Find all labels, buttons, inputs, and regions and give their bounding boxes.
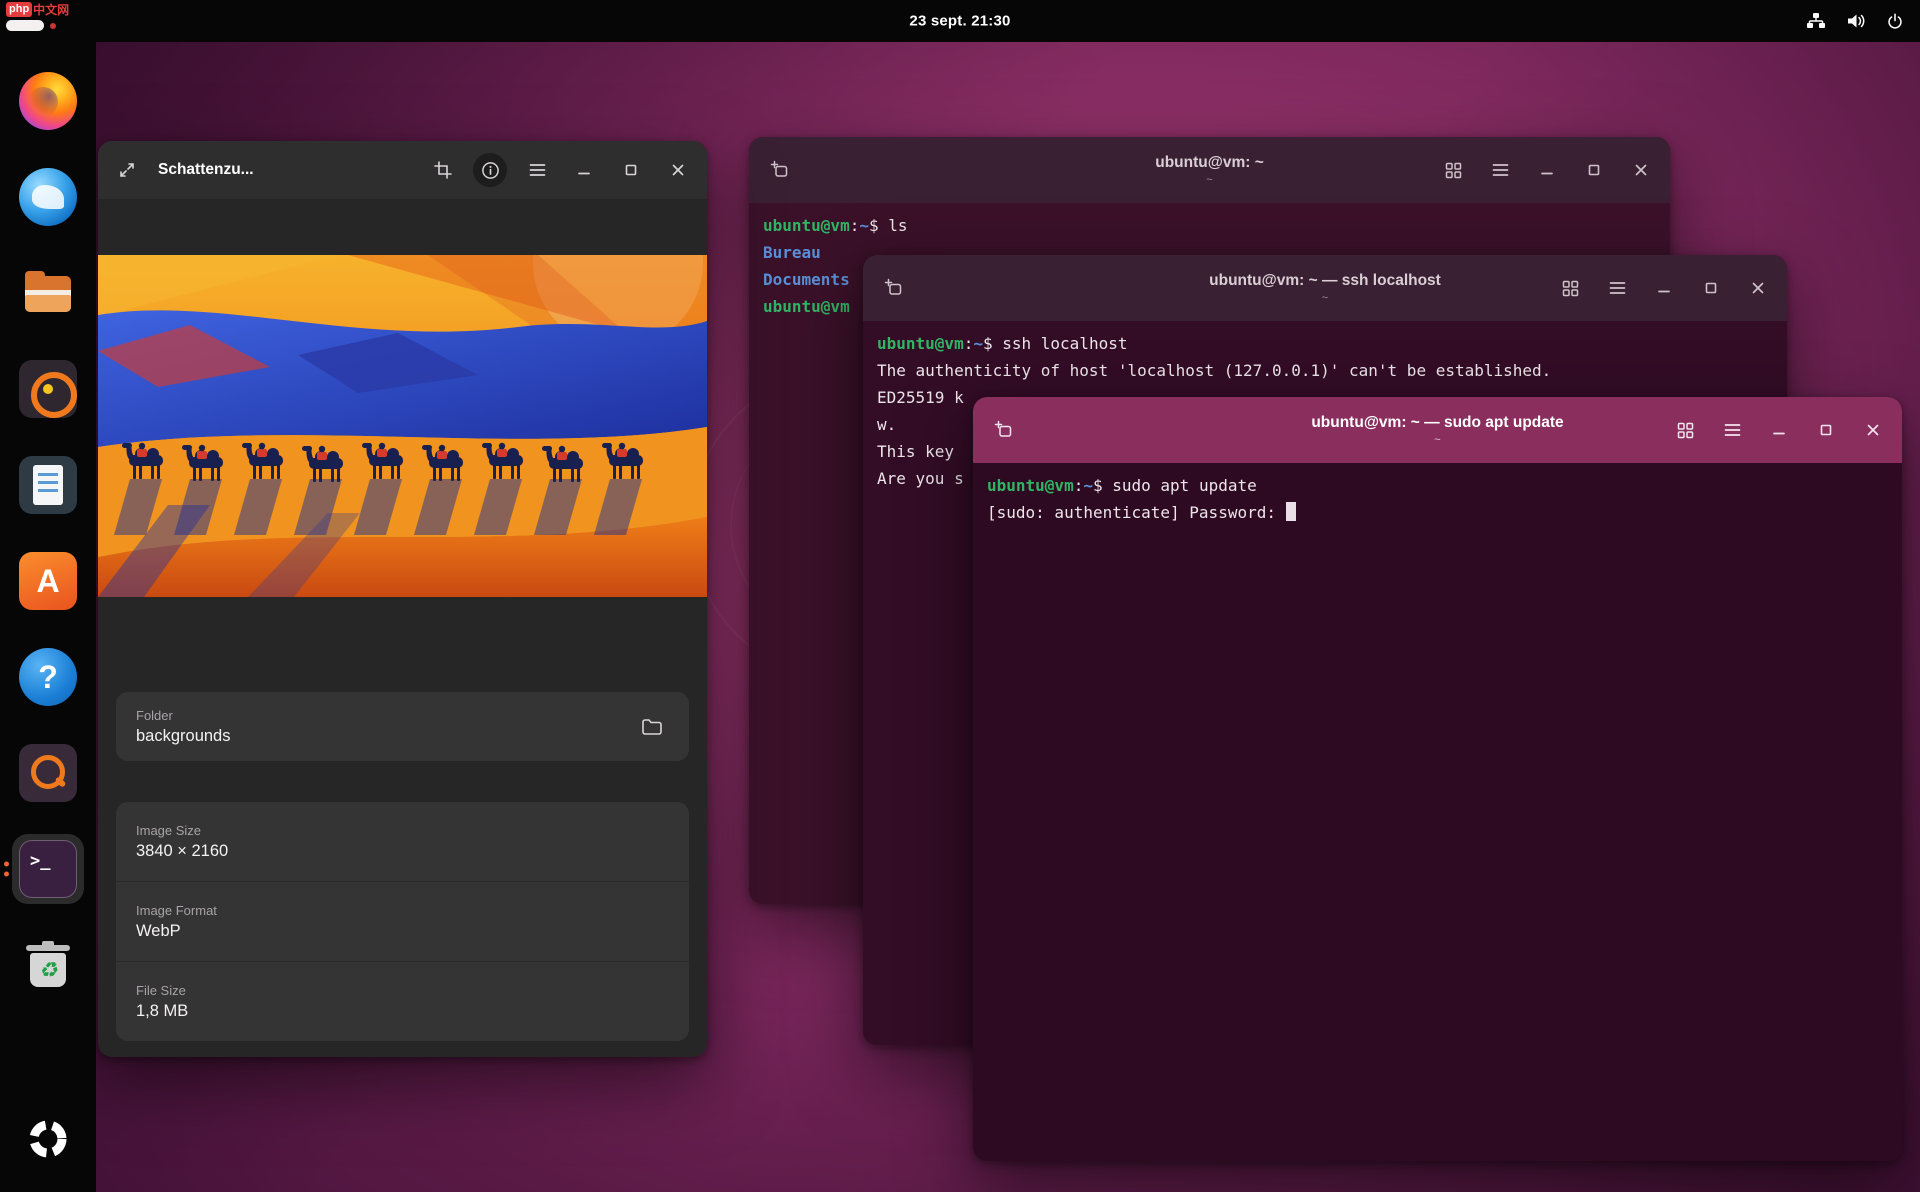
folder-property-card: Folder backgrounds — [116, 692, 689, 761]
rhythmbox-icon — [19, 360, 77, 418]
libreoffice-icon — [19, 456, 77, 514]
new-tab-button[interactable] — [877, 271, 911, 305]
new-tab-button[interactable] — [763, 153, 797, 187]
folder-label: Folder — [136, 708, 230, 723]
screenshot-icon — [19, 744, 77, 802]
menu-button[interactable] — [1600, 271, 1634, 305]
trash-icon: ♻ — [19, 936, 77, 994]
help-icon: ? — [19, 648, 77, 706]
thunderbird-icon — [19, 168, 77, 226]
property-label: File Size — [136, 983, 669, 998]
terminal-window-apt: ubuntu@vm: ~ — sudo apt update ~ — [973, 397, 1902, 1161]
logo-dot — [50, 23, 56, 29]
tab-overview-icon[interactable] — [1668, 413, 1702, 447]
folder-value: backgrounds — [136, 727, 230, 746]
viewer-window-title: Schattenzu... — [158, 161, 254, 179]
property-label: Image Format — [136, 903, 669, 918]
php-badge: php — [6, 2, 32, 17]
photo-canvas[interactable] — [98, 255, 707, 597]
dock-item-firefox[interactable] — [12, 66, 84, 136]
dock-item-help[interactable]: ? — [12, 642, 84, 712]
maximize-button[interactable] — [1694, 271, 1728, 305]
show-apps-icon — [19, 1110, 77, 1168]
info-toggle-button[interactable] — [473, 153, 507, 187]
fullscreen-expand-button[interactable] — [110, 153, 144, 187]
property-row: Image Format WebP — [116, 881, 689, 961]
dock-item-show-apps[interactable] — [12, 1104, 84, 1174]
php-cn-text: 中文网 — [33, 4, 69, 16]
dock-item-rhythmbox[interactable] — [12, 354, 84, 424]
php-cn-logo: php 中文网 — [6, 2, 69, 31]
maximize-button[interactable] — [1577, 153, 1611, 187]
clock[interactable]: 23 sept. 21:30 — [909, 13, 1010, 30]
property-value: 3840 × 2160 — [136, 842, 669, 861]
terminal-header[interactable]: ubuntu@vm: ~ — ssh localhost ~ — [863, 255, 1787, 321]
maximize-button[interactable] — [1809, 413, 1843, 447]
close-button[interactable] — [661, 153, 695, 187]
tab-overview-icon[interactable] — [1436, 153, 1470, 187]
app-center-icon: A — [19, 552, 77, 610]
menu-button[interactable] — [1483, 153, 1517, 187]
image-properties-card: Image Size 3840 × 2160 Image Format WebP… — [116, 802, 689, 1041]
dock-item-screenshot[interactable] — [12, 738, 84, 808]
logo-pill — [6, 20, 44, 31]
tab-overview-icon[interactable] — [1553, 271, 1587, 305]
close-button[interactable] — [1856, 413, 1890, 447]
minimize-button[interactable] — [1647, 271, 1681, 305]
network-icon — [1806, 12, 1826, 30]
system-status-area[interactable] — [1806, 0, 1904, 42]
crop-icon[interactable] — [426, 153, 460, 187]
menu-button[interactable] — [520, 153, 554, 187]
running-indicator-dots — [4, 862, 9, 877]
close-button[interactable] — [1624, 153, 1658, 187]
property-value: WebP — [136, 922, 669, 941]
menu-button[interactable] — [1715, 413, 1749, 447]
image-viewer-window: Schattenzu... — [98, 141, 707, 1057]
dock-item-trash[interactable]: ♻ — [12, 930, 84, 1000]
files-icon — [19, 264, 77, 322]
terminal-header[interactable]: ubuntu@vm: ~ — sudo apt update ~ — [973, 397, 1902, 463]
dock-item-thunderbird[interactable] — [12, 162, 84, 232]
new-tab-button[interactable] — [987, 413, 1021, 447]
top-bar: 23 sept. 21:30 — [0, 0, 1920, 42]
volume-icon — [1846, 12, 1866, 30]
minimize-button[interactable] — [567, 153, 601, 187]
dock-item-app-center[interactable]: A — [12, 546, 84, 616]
terminal-output[interactable]: ubuntu@vm:~$ sudo apt update[sudo: authe… — [973, 463, 1902, 535]
dock-item-terminal[interactable]: >_ — [12, 834, 84, 904]
property-label: Image Size — [136, 823, 669, 838]
minimize-button[interactable] — [1762, 413, 1796, 447]
property-value: 1,8 MB — [136, 1002, 669, 1021]
open-folder-icon[interactable] — [635, 710, 669, 744]
dock-item-libreoffice[interactable] — [12, 450, 84, 520]
firefox-icon — [19, 72, 77, 130]
power-icon — [1886, 12, 1904, 30]
terminal-icon: >_ — [19, 840, 77, 898]
dock: A ? >_ ♻ — [0, 42, 96, 1192]
image-viewer-header[interactable]: Schattenzu... — [98, 141, 707, 199]
property-row: File Size 1,8 MB — [116, 961, 689, 1041]
close-button[interactable] — [1741, 271, 1775, 305]
desktop: 23 sept. 21:30 — [0, 0, 1920, 1192]
property-row: Image Size 3840 × 2160 — [116, 802, 689, 881]
dock-item-files[interactable] — [12, 258, 84, 328]
maximize-button[interactable] — [614, 153, 648, 187]
minimize-button[interactable] — [1530, 153, 1564, 187]
terminal-header[interactable]: ubuntu@vm: ~ ~ — [749, 137, 1670, 203]
